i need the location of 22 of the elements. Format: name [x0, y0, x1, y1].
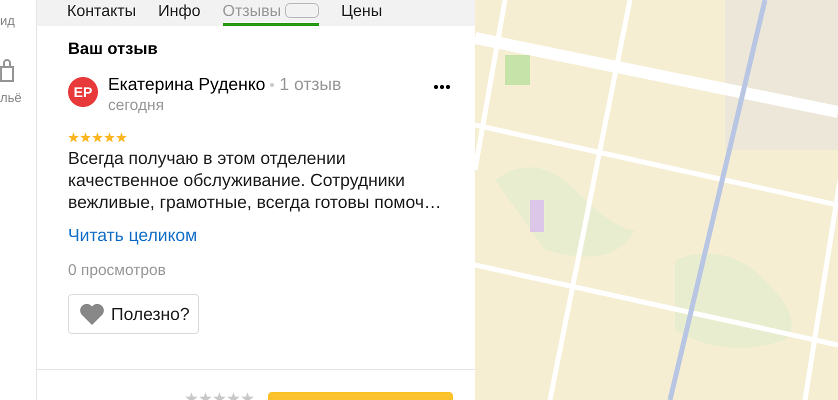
section-title: Ваш отзыв	[68, 40, 159, 59]
helpful-button[interactable]: Полезно?	[68, 294, 199, 334]
star-icon	[104, 132, 115, 143]
sidebar-label[interactable]: ид	[0, 13, 15, 28]
tab[interactable]: Цены	[341, 0, 382, 26]
star-icon	[92, 132, 103, 143]
sidebar-label[interactable]: льё	[0, 90, 22, 105]
tab[interactable]: Инфо	[158, 0, 201, 26]
bag-icon[interactable]	[0, 58, 14, 82]
more-icon[interactable]	[433, 84, 451, 90]
star-icon	[116, 132, 127, 143]
review-text: Всегда получаю в этом отделении качественное обслуживание. Сотрудники вежливые, грамотные, всегда готовы помоч…	[68, 147, 442, 213]
author-name[interactable]: Екатерина Руденко	[108, 74, 266, 95]
star-icon	[80, 132, 91, 143]
heart-icon	[79, 303, 105, 325]
review-date: сегодня	[108, 97, 165, 115]
review-count: 1 отзыв	[279, 74, 342, 95]
read-more-link[interactable]: Читать целиком	[68, 225, 198, 246]
star-icon	[68, 132, 79, 143]
tab[interactable]: Контакты	[67, 0, 136, 26]
view-count: 0 просмотров	[68, 262, 167, 280]
author-avatar: ЕР	[68, 77, 98, 107]
